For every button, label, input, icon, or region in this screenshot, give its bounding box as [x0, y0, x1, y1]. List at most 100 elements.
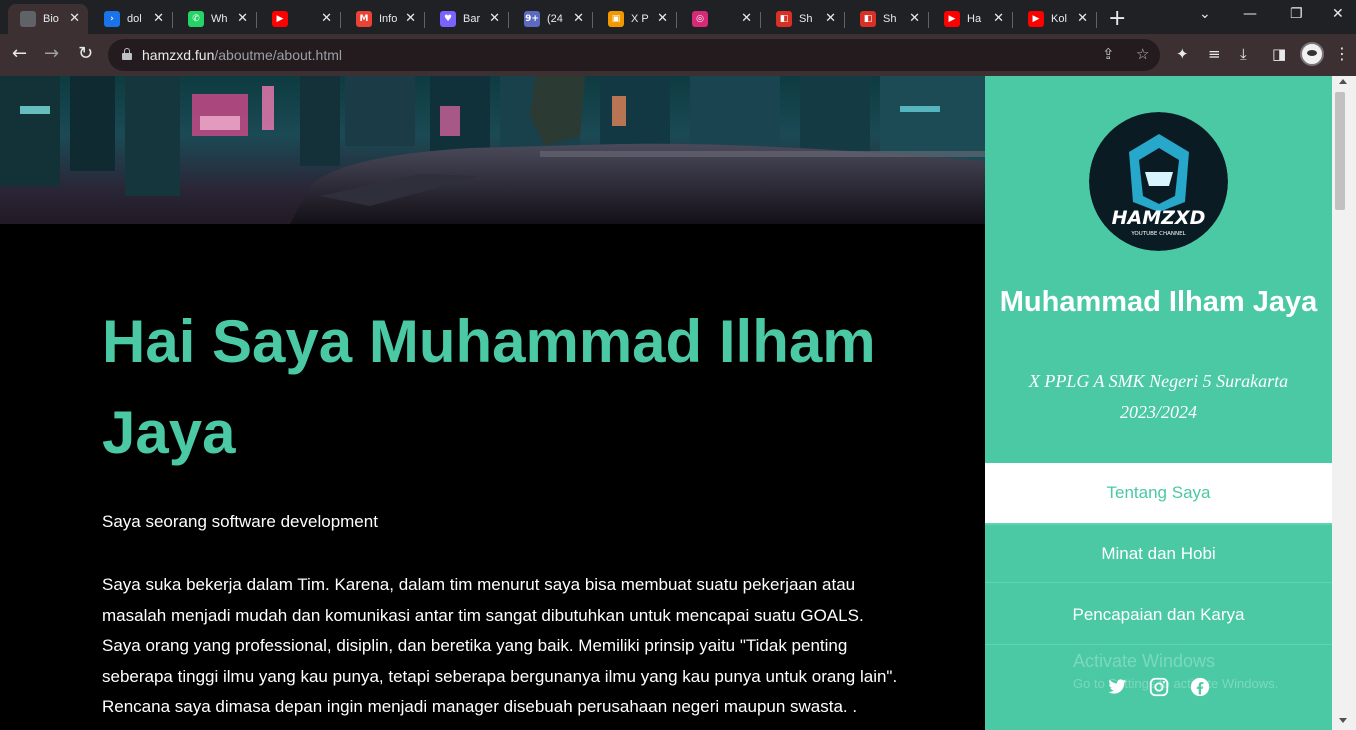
tab-separator [424, 12, 425, 28]
browser-tab[interactable]: 9+ (24 ✕ [512, 4, 593, 34]
tab-title: Wh [211, 13, 228, 25]
scroll-down-arrow-icon[interactable] [1339, 718, 1347, 723]
url-host: hamzxd.fun [142, 47, 215, 63]
profile-sidebar: HAMZXD YOUTUBE CHANNEL Muhammad Ilham Ja… [985, 76, 1332, 730]
browser-tab[interactable]: ◧ Sh ✕ [764, 4, 845, 34]
extensions-icon[interactable]: ✦ [1176, 45, 1189, 63]
browser-tab[interactable]: ♥ Bar ✕ [428, 4, 509, 34]
tab-separator [340, 12, 341, 28]
notification-icon: 9+ [524, 11, 540, 27]
browser-tab[interactable]: ✆ Wh ✕ [176, 4, 257, 34]
tab-close-icon[interactable]: ✕ [993, 11, 1004, 26]
profile-card-icon: ▣ [608, 11, 624, 27]
media-control-icon[interactable]: ≡ [1208, 45, 1221, 63]
nav-label: Tentang Saya [1106, 483, 1211, 502]
tab-title: Bar [463, 13, 481, 25]
heart-app-icon: ♥ [440, 11, 456, 27]
tab-separator [928, 12, 929, 28]
shopping-bag-icon: ◧ [776, 11, 792, 27]
tab-title: Kol [1051, 13, 1067, 25]
shopping-bag-icon: ◧ [860, 11, 876, 27]
tab-separator [676, 12, 677, 28]
tab-close-icon[interactable]: ✕ [741, 11, 752, 26]
svg-text:HAMZXD: HAMZXD [1112, 207, 1206, 229]
tab-close-icon[interactable]: ✕ [1077, 11, 1088, 26]
back-button[interactable]: ← [12, 43, 27, 64]
windows-activation-title: Activate Windows [1073, 651, 1216, 671]
nav-minat-dan-hobi[interactable]: Minat dan Hobi [985, 523, 1332, 583]
tab-title: dol [127, 13, 142, 25]
windows-activation-subtitle: Go to Settings to activate Windows. [1073, 676, 1279, 691]
profile-avatar[interactable] [1300, 42, 1324, 66]
tab-close-icon[interactable]: ✕ [657, 11, 668, 26]
profile-name: Muhammad Ilham Jaya [999, 286, 1318, 318]
tab-separator [172, 12, 173, 28]
browser-tab[interactable]: ▶ Ha ✕ [932, 4, 1013, 34]
address-bar[interactable]: hamzxd.fun/aboutme/about.html ⇪ ☆ [108, 39, 1160, 71]
globe-icon [20, 11, 36, 27]
tab-close-icon[interactable]: ✕ [489, 11, 500, 26]
reload-button[interactable]: ↻ [78, 43, 93, 64]
tab-title: Sh [883, 13, 897, 25]
page-scrollbar[interactable] [1332, 76, 1356, 730]
tab-close-icon[interactable]: ✕ [321, 11, 332, 26]
tab-close-icon[interactable]: ✕ [405, 11, 416, 26]
menu-kebab-icon[interactable]: ⋮ [1334, 44, 1350, 63]
youtube-icon: ▶ [944, 11, 960, 27]
browser-tab[interactable]: M Info ✕ [344, 4, 425, 34]
download-icon[interactable]: ⤓ [1240, 45, 1247, 63]
restore-button[interactable]: ❐ [1290, 6, 1303, 22]
browser-tab[interactable]: ▶ ✕ [260, 4, 341, 34]
bookmark-star-icon[interactable]: ☆ [1136, 45, 1149, 63]
channel-logo: HAMZXD YOUTUBE CHANNEL [1089, 112, 1228, 251]
svg-text:YOUTUBE CHANNEL: YOUTUBE CHANNEL [1130, 231, 1186, 237]
tab-title: Sh [799, 13, 813, 25]
tab-close-icon[interactable]: ✕ [153, 11, 164, 26]
url-path: /aboutme/about.html [214, 47, 343, 63]
tab-title: Bio [43, 13, 59, 25]
tab-close-icon[interactable]: ✕ [573, 11, 584, 26]
tab-separator [760, 12, 761, 28]
youtube-icon: ▶ [272, 11, 288, 27]
share-icon[interactable]: ⇪ [1102, 45, 1115, 63]
nav-pencapaian-dan-karya[interactable]: Pencapaian dan Karya [985, 585, 1332, 645]
tab-title: Info [379, 13, 398, 25]
profile-year: 2023/2024 [1119, 402, 1197, 422]
browser-tab[interactable]: › dol ✕ [92, 4, 173, 34]
tab-separator [844, 12, 845, 28]
nav-tentang-saya[interactable]: Tentang Saya [985, 463, 1332, 523]
browser-tab[interactable]: ◧ Sh ✕ [848, 4, 929, 34]
about-paragraph: Saya suka bekerja dalam Tim. Karena, dal… [102, 575, 898, 716]
tab-close-icon[interactable]: ✕ [69, 11, 80, 26]
new-tab-button[interactable]: + [1108, 6, 1126, 31]
chevron-logo-icon: › [104, 11, 120, 27]
forward-button[interactable]: → [44, 43, 59, 64]
side-panel-icon[interactable]: ◨ [1272, 45, 1286, 63]
tab-search-icon[interactable]: ⌄ [1199, 6, 1211, 22]
tab-close-icon[interactable]: ✕ [825, 11, 836, 26]
tab-title: X P [631, 13, 649, 25]
page-viewport: Hai Saya Muhammad Ilham Jaya Saya seoran… [0, 76, 1356, 730]
url-text[interactable]: hamzxd.fun/aboutme/about.html [142, 47, 342, 63]
tab-close-icon[interactable]: ✕ [237, 11, 248, 26]
tab-title: Ha [967, 13, 982, 25]
browser-tab[interactable]: Bio ✕ [8, 4, 88, 34]
tab-close-icon[interactable]: ✕ [909, 11, 920, 26]
nav-label: Pencapaian dan Karya [1072, 604, 1245, 624]
close-window-button[interactable]: ✕ [1332, 6, 1344, 22]
browser-toolbar: ← → ↻ hamzxd.fun/aboutme/about.html ⇪ ☆ … [0, 34, 1356, 76]
scroll-up-arrow-icon[interactable] [1339, 79, 1347, 84]
lock-icon [122, 48, 132, 60]
banner-image [0, 76, 985, 224]
tab-separator [508, 12, 509, 28]
scroll-thumb[interactable] [1335, 92, 1345, 210]
tab-separator [256, 12, 257, 28]
browser-tab[interactable]: ▶ Kol ✕ [1016, 4, 1097, 34]
minimize-button[interactable]: — [1243, 6, 1257, 22]
gmail-icon: M [356, 11, 372, 27]
browser-tab[interactable]: ▣ X P ✕ [596, 4, 677, 34]
intro-text: Saya seorang software development [102, 512, 378, 531]
browser-tab[interactable]: ◎ ✕ [680, 4, 761, 34]
page-headline: Hai Saya Muhammad Ilham Jaya [102, 308, 876, 466]
tab-separator [1012, 12, 1013, 28]
